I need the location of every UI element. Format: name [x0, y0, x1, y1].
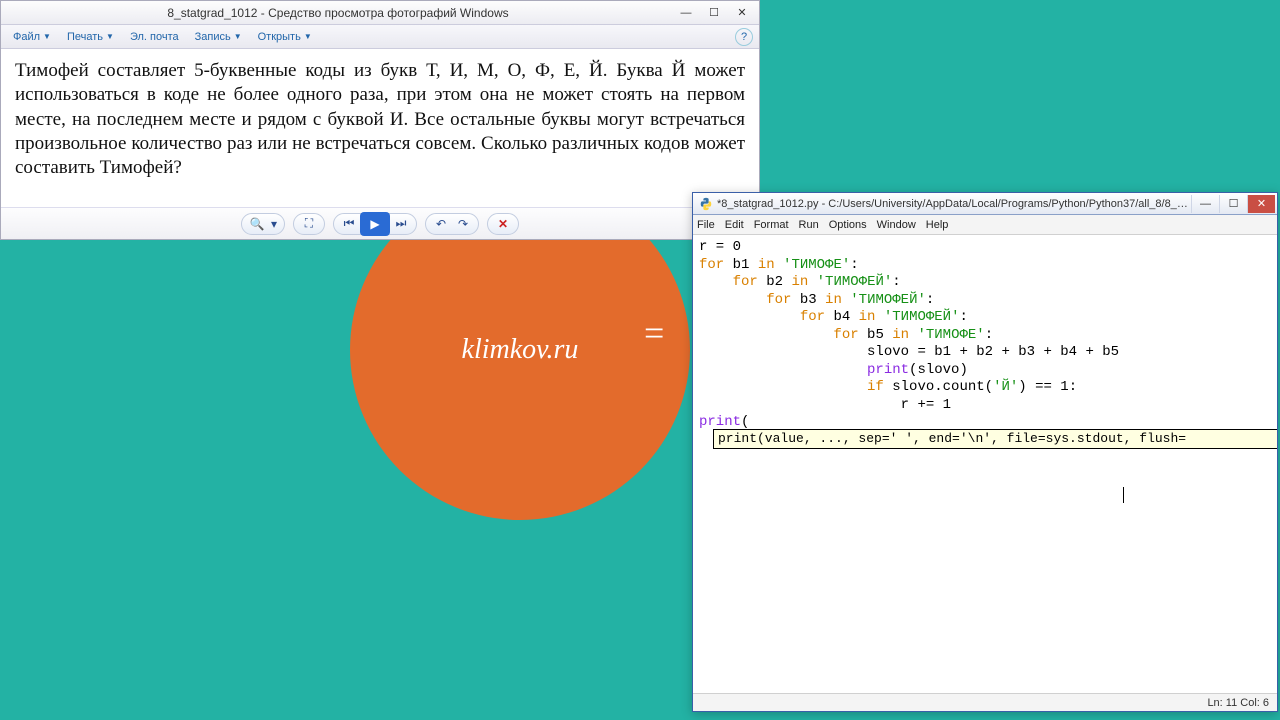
idle-menu-options[interactable]: Options	[829, 219, 867, 231]
chevron-down-icon: ▼	[43, 32, 51, 41]
prev-button[interactable]: ⏮	[338, 215, 360, 233]
idle-cursor-position: Ln: 11 Col: 6	[1207, 697, 1269, 709]
close-button[interactable]: ✕	[729, 4, 755, 22]
help-button[interactable]: ?	[735, 28, 753, 46]
photo-viewer-menubar: Файл▼ Печать▼ Эл. почта Запись▼ Открыть▼…	[1, 25, 759, 49]
idle-menu-format[interactable]: Format	[754, 219, 789, 231]
zoom-icon[interactable]: 🔍	[246, 215, 268, 233]
calltip-tooltip: print(value, ..., sep=' ', end='\n', fil…	[713, 429, 1277, 449]
chevron-down-icon: ▼	[304, 32, 312, 41]
photo-viewer-window: 8_statgrad_1012 - Средство просмотра фот…	[0, 0, 760, 240]
play-button[interactable]: ▶	[360, 212, 390, 236]
python-icon	[699, 197, 713, 211]
menu-open[interactable]: Открыть▼	[252, 29, 318, 45]
rotate-right-button[interactable]: ↷	[452, 215, 474, 233]
idle-window: *8_statgrad_1012.py - C:/Users/Universit…	[692, 192, 1278, 712]
next-button[interactable]: ⏭	[390, 215, 412, 233]
idle-menu-run[interactable]: Run	[799, 219, 819, 231]
idle-titlebar[interactable]: *8_statgrad_1012.py - C:/Users/Universit…	[693, 193, 1277, 215]
idle-statusbar: Ln: 11 Col: 6	[693, 693, 1277, 711]
zoom-dropdown[interactable]: ▾	[268, 215, 280, 233]
idle-maximize-button[interactable]: ☐	[1219, 195, 1247, 213]
delete-button[interactable]: ✕	[492, 215, 514, 233]
idle-close-button[interactable]: ✕	[1247, 195, 1275, 213]
photo-viewer-body: Тимофей составляет 5-буквенные коды из б…	[1, 49, 759, 207]
idle-menu-window[interactable]: Window	[877, 219, 916, 231]
idle-minimize-button[interactable]: —	[1191, 195, 1219, 213]
menu-file[interactable]: Файл▼	[7, 29, 57, 45]
brand-text: klimkov.ru	[462, 334, 579, 366]
maximize-button[interactable]: ☐	[701, 4, 727, 22]
equals-sign: =	[644, 312, 664, 354]
photo-viewer-title: 8_statgrad_1012 - Средство просмотра фот…	[5, 6, 671, 20]
task-text: Тимофей составляет 5-буквенные коды из б…	[15, 59, 745, 181]
minimize-button[interactable]: —	[673, 4, 699, 22]
chevron-down-icon: ▼	[234, 32, 242, 41]
idle-menu-file[interactable]: File	[697, 219, 715, 231]
idle-menu-help[interactable]: Help	[926, 219, 949, 231]
idle-editor[interactable]: r = 0 for b1 in 'ТИМОФЕ': for b2 in 'ТИМ…	[693, 235, 1277, 693]
menu-print[interactable]: Печать▼	[61, 29, 120, 45]
fit-icon[interactable]: ⛶	[298, 215, 320, 233]
idle-menubar: File Edit Format Run Options Window Help	[693, 215, 1277, 235]
idle-menu-edit[interactable]: Edit	[725, 219, 744, 231]
text-cursor	[1123, 487, 1124, 503]
chevron-down-icon: ▼	[106, 32, 114, 41]
menu-burn[interactable]: Запись▼	[189, 29, 248, 45]
photo-viewer-toolbar: 🔍 ▾ ⛶ ⏮ ▶ ⏭ ↶ ↷ ✕	[1, 207, 759, 239]
photo-viewer-titlebar[interactable]: 8_statgrad_1012 - Средство просмотра фот…	[1, 1, 759, 25]
rotate-left-button[interactable]: ↶	[430, 215, 452, 233]
idle-title: *8_statgrad_1012.py - C:/Users/Universit…	[717, 198, 1191, 210]
menu-email[interactable]: Эл. почта	[124, 29, 185, 45]
